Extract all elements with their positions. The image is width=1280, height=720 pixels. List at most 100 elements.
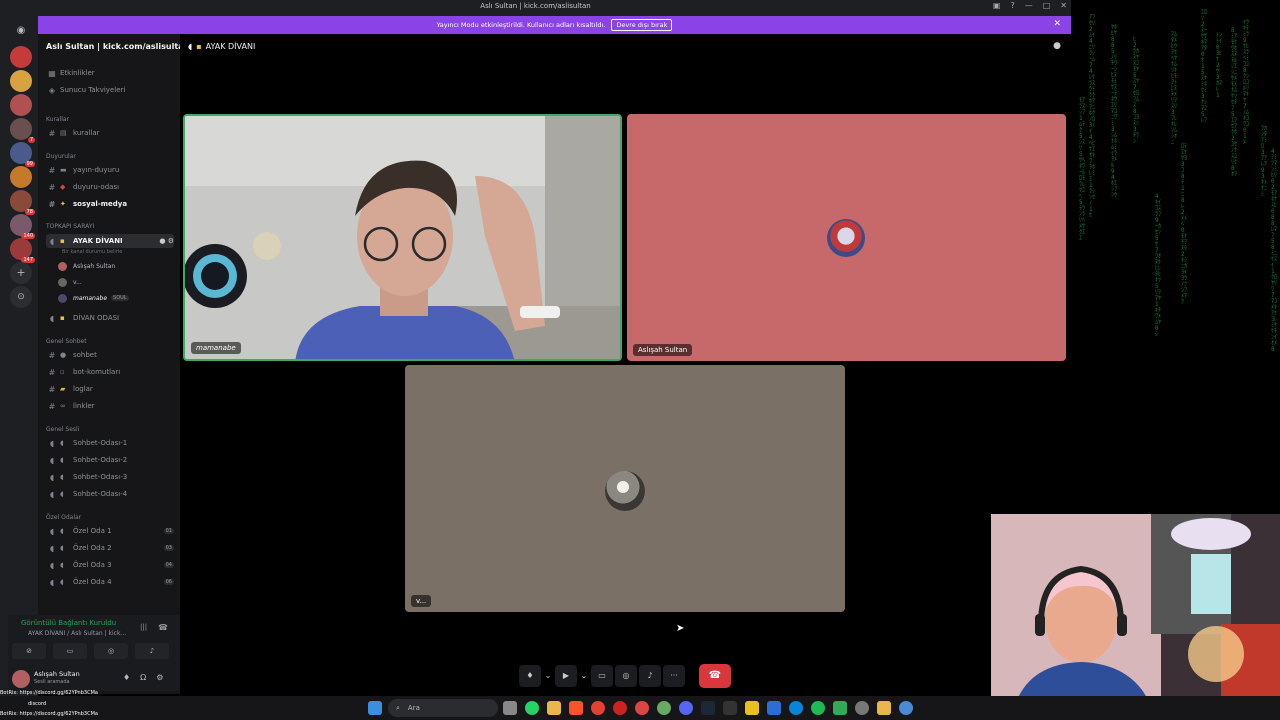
screen-share-button[interactable]: ▭ (53, 643, 87, 659)
close-banner-icon[interactable]: ✕ (1053, 19, 1061, 29)
user-name[interactable]: Aslışah Sultan (34, 670, 80, 678)
hash-icon: # (48, 128, 56, 138)
channel-duyuru-odasi[interactable]: # ◆ duyuru-odası (46, 180, 174, 194)
channel-linkler[interactable]: # ∞ linkler (46, 399, 174, 413)
camera-button[interactable]: ▶ (555, 665, 577, 687)
channel-sohbet-odasi-1[interactable]: ◖ ◖ Sohbet-Odası-1 (46, 436, 174, 450)
channel-kurallar[interactable]: # ▤ kurallar (46, 126, 174, 140)
chat-bubble-icon[interactable]: ● (1053, 41, 1061, 51)
app-icon[interactable] (833, 701, 847, 715)
microphone-button[interactable]: ♦ (519, 665, 541, 687)
task-view-icon[interactable] (503, 701, 517, 715)
edge-icon[interactable] (789, 701, 803, 715)
more-options-button[interactable]: ··· (663, 665, 685, 687)
category-duyurular[interactable]: Duyurular (46, 153, 76, 160)
channel-yayin-duyuru[interactable]: # ▬ yayın-duyuru (46, 163, 174, 177)
noise-suppression-icon[interactable]: ||| (140, 623, 147, 631)
server-icon[interactable]: 140 (10, 214, 35, 239)
category-genel-sohbet[interactable]: Genel Sohbet (46, 338, 87, 345)
channel-sosyal-medya[interactable]: # ✦ sosyal-medya (46, 197, 174, 211)
soundboard-button[interactable]: ♪ (639, 665, 661, 687)
channel-ozel-oda-2[interactable]: ◖ ◖ Özel Oda 2 03 (46, 541, 174, 555)
category-genel-sesli[interactable]: Genel Sesli (46, 426, 79, 433)
channel-sohbet-odasi-4[interactable]: ◖ ◖ Sohbet-Odası-4 (46, 487, 174, 501)
channel-divan-odasi[interactable]: ◖ ▪ DİVAN ODASI (46, 311, 174, 325)
settings-icon[interactable]: ⚙ (156, 673, 163, 682)
server-icon[interactable] (10, 70, 32, 92)
headphones-icon[interactable]: Ω (140, 673, 146, 682)
steam-icon[interactable] (701, 701, 715, 715)
discord-home-icon[interactable]: ◉ (10, 20, 32, 42)
video-tile[interactable]: v... (405, 365, 845, 612)
spotify-icon[interactable] (811, 701, 825, 715)
disconnect-icon[interactable]: ☎ (158, 623, 168, 632)
minimize-button[interactable]: — (1025, 1, 1033, 10)
screen-share-button[interactable]: ▭ (591, 665, 613, 687)
voice-user[interactable]: v... (58, 276, 82, 288)
channel-bot-komutlari[interactable]: # ▫ bot-komutları (46, 365, 174, 379)
category-kurallar[interactable]: Kurallar (46, 116, 69, 123)
server-icon[interactable] (10, 166, 32, 188)
brave-icon[interactable] (569, 701, 583, 715)
settings-icon[interactable] (855, 701, 869, 715)
channel-status[interactable]: Bir kanal durumu belirle (62, 249, 122, 255)
channel-ayak-divani[interactable]: ◖ ▪ AYAK DİVANI ● ⚙ (46, 234, 174, 248)
channel-loglar[interactable]: # ▰ loglar (46, 382, 174, 396)
soundboard-button[interactable]: ♪ (135, 643, 169, 659)
app-icon[interactable] (723, 701, 737, 715)
taskbar: ⌕ Ara (0, 696, 1280, 720)
category-ozel-odalar[interactable]: Özel Odalar (46, 514, 81, 521)
chevron-down-icon[interactable]: ⌄ (579, 665, 589, 687)
channel-ozel-oda-3[interactable]: ◖ ◖ Özel Oda 3 04 (46, 558, 174, 572)
app-icon[interactable] (635, 701, 649, 715)
activity-button[interactable]: ◎ (615, 665, 637, 687)
leave-call-button[interactable]: ☎ (699, 664, 731, 688)
add-server-icon[interactable]: + (10, 262, 32, 284)
discord-icon[interactable] (679, 701, 693, 715)
app-icon[interactable] (899, 701, 913, 715)
folder-icon[interactable] (877, 701, 891, 715)
start-icon[interactable] (368, 701, 382, 715)
boosts-item[interactable]: ◈ Sunucu Takviyeleri (46, 83, 174, 97)
server-icon[interactable]: 99 (10, 142, 35, 167)
video-tile[interactable]: mamanabe (183, 114, 622, 361)
connection-location[interactable]: AYAK DİVANI / Aslı Sultan | kick... (28, 630, 126, 637)
server-icon[interactable]: 7 (10, 118, 35, 143)
voice-user[interactable]: Aslışah Sultan (58, 260, 115, 272)
channel-actions-icon[interactable]: ● ⚙ (159, 237, 174, 245)
explore-icon[interactable]: ⊙ (10, 286, 32, 308)
events-item[interactable]: ▦ Etkinlikler (46, 66, 174, 80)
connection-status[interactable]: Görüntülü Bağlantı Kuruldu (21, 619, 116, 627)
microphone-icon[interactable]: ♦ (123, 673, 130, 682)
help-icon[interactable]: ? (1010, 1, 1014, 10)
chrome-icon[interactable] (591, 701, 605, 715)
server-icon[interactable]: 78 (10, 190, 35, 215)
maximize-button[interactable]: □ (1043, 1, 1051, 10)
app-icon[interactable] (745, 701, 759, 715)
server-icon[interactable] (10, 46, 32, 68)
channel-sohbet-odasi-2[interactable]: ◖ ◖ Sohbet-Odası-2 (46, 453, 174, 467)
inbox-icon[interactable]: ▣ (993, 1, 1001, 10)
taskbar-search[interactable]: ⌕ Ara (388, 699, 498, 717)
channel-ozel-oda-1[interactable]: ◖ ◖ Özel Oda 1 01 (46, 524, 174, 538)
channel-sohbet-odasi-3[interactable]: ◖ ◖ Sohbet-Odası-3 (46, 470, 174, 484)
channel-sohbet[interactable]: # ● sohbet (46, 348, 174, 362)
activity-button[interactable]: ◎ (94, 643, 128, 659)
channel-ozel-oda-4[interactable]: ◖ ◖ Özel Oda 4 06 (46, 575, 174, 589)
video-tile[interactable]: Aslışah Sultan (627, 114, 1066, 361)
avatar[interactable] (12, 670, 30, 688)
category-topkapi[interactable]: TOPKAPI SARAYI (46, 223, 94, 230)
app-icon[interactable] (767, 701, 781, 715)
disable-streamer-mode-button[interactable]: Devre dışı bırak (611, 19, 673, 31)
whatsapp-icon[interactable] (525, 701, 539, 715)
opera-icon[interactable] (613, 701, 627, 715)
app-icon[interactable] (657, 701, 671, 715)
chevron-down-icon[interactable]: ⌄ (164, 42, 170, 50)
voice-user[interactable]: mamanabe SOUL (58, 292, 129, 304)
server-icon[interactable] (10, 94, 32, 116)
camera-off-button[interactable]: ⊘ (12, 643, 46, 659)
file-explorer-icon[interactable] (547, 701, 561, 715)
close-button[interactable]: ✕ (1060, 1, 1067, 10)
chevron-down-icon[interactable]: ⌄ (543, 665, 553, 687)
server-icon[interactable]: 147 (10, 238, 35, 263)
